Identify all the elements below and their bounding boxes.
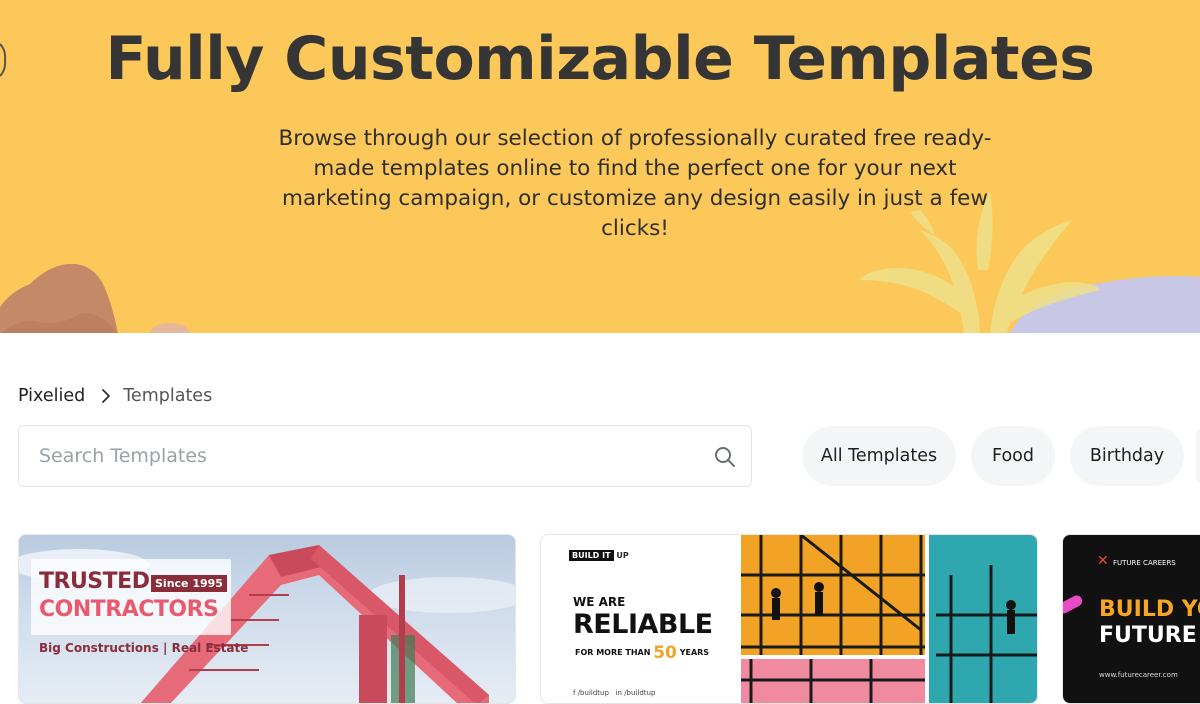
card-headline: RELIABLE bbox=[573, 609, 713, 640]
page-subtitle: Browse through our selection of professi… bbox=[278, 126, 992, 241]
card-headline-secondary: FUTURE W bbox=[1099, 623, 1200, 648]
card-badge: Since 1995 bbox=[151, 575, 227, 592]
card-headline-secondary: CONTRACTORS bbox=[39, 597, 219, 622]
decorative-pill bbox=[1063, 593, 1085, 616]
decorative-blob-left bbox=[0, 263, 118, 333]
template-card-reliable[interactable]: BUILD IT UP WE ARE RELIABLE FOR MORE THA… bbox=[540, 534, 1038, 704]
hero-banner: Fully Customizable Templates Browse thro… bbox=[0, 0, 1200, 333]
category-chip-next[interactable] bbox=[1196, 426, 1200, 486]
card-headline: TRUSTED bbox=[39, 569, 150, 594]
brand-x-icon: ✕ bbox=[1097, 553, 1109, 569]
card-headline: BUILD YO bbox=[1099, 597, 1200, 622]
template-card-future-careers[interactable]: ✕ FUTURE CAREERS BUILD YO FUTURE W www.f… bbox=[1062, 534, 1200, 704]
category-chip-food[interactable]: Food bbox=[971, 426, 1055, 486]
page-title: Fully Customizable Templates bbox=[105, 24, 1095, 94]
construction-photo bbox=[741, 535, 1037, 703]
card-logo: FUTURE CAREERS bbox=[1113, 559, 1176, 567]
decorative-blob-small bbox=[150, 323, 190, 333]
card-logo: BUILD IT UP bbox=[569, 550, 629, 561]
card-tagline: Big Constructions | Real Estate bbox=[39, 641, 249, 655]
search-input[interactable] bbox=[39, 426, 679, 485]
breadcrumb: Pixelied Templates bbox=[18, 384, 212, 408]
breadcrumb-current: Templates bbox=[123, 386, 213, 406]
chevron-right-icon bbox=[102, 389, 111, 403]
template-card-contractors[interactable]: TRUSTED Since 1995 CONTRACTORS Big Const… bbox=[18, 534, 516, 704]
category-chip-all-templates[interactable]: All Templates bbox=[802, 426, 956, 486]
card-tagline: FOR MORE THAN 50 YEARS bbox=[575, 643, 710, 663]
category-chip-birthday[interactable]: Birthday bbox=[1070, 426, 1184, 486]
search-box bbox=[18, 425, 752, 487]
card-headline-small: WE ARE bbox=[573, 595, 626, 609]
breadcrumb-home-link[interactable]: Pixelied bbox=[18, 386, 85, 406]
card-url: www.futurecareer.com bbox=[1099, 671, 1178, 679]
search-icon[interactable] bbox=[713, 445, 737, 469]
